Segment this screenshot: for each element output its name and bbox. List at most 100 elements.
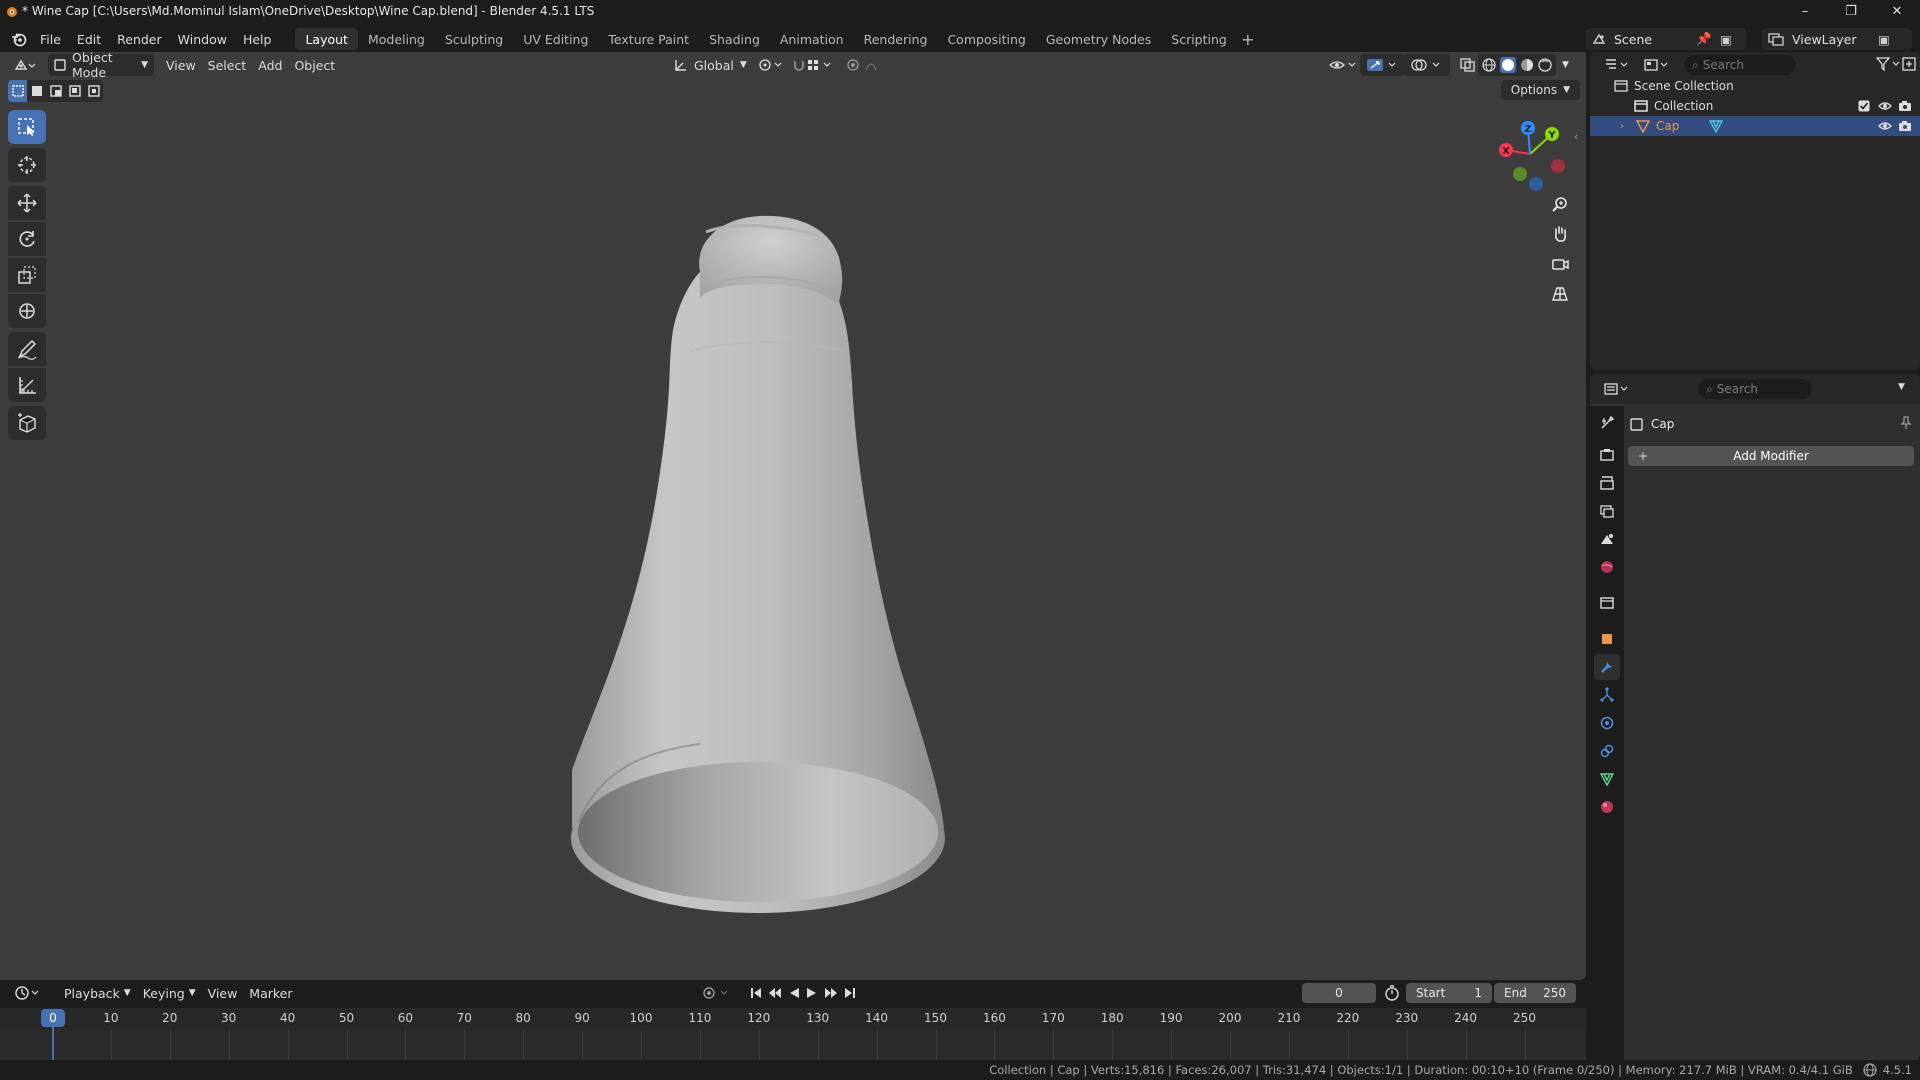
outliner-row-cap[interactable]: › Cap xyxy=(1590,116,1920,136)
pan-hand-icon[interactable] xyxy=(1546,220,1574,248)
pin-icon[interactable]: 📌 xyxy=(1696,31,1712,47)
gizmo-z-label: Z xyxy=(1524,124,1531,135)
tab-texture-paint[interactable]: Texture Paint xyxy=(598,28,699,50)
outliner-row-collection[interactable]: Collection xyxy=(1590,96,1920,116)
sidebar-toggle-icon[interactable]: ‹ xyxy=(1574,130,1578,143)
keying-label: Keying xyxy=(142,985,185,1001)
tab-animation[interactable]: Animation xyxy=(770,28,854,50)
playhead-frame-badge[interactable]: 0 xyxy=(41,1009,65,1027)
camera-view-icon[interactable] xyxy=(1546,250,1574,278)
use-preview-range-icon[interactable] xyxy=(1384,985,1400,1001)
object-data-properties-icon[interactable] xyxy=(1594,766,1620,792)
timeline-grid-line xyxy=(1406,1030,1408,1060)
current-frame-field[interactable]: 0 xyxy=(1302,983,1376,1003)
menu-render[interactable]: Render xyxy=(109,27,170,51)
particles-properties-icon[interactable] xyxy=(1594,682,1620,708)
close-button[interactable]: ✕ xyxy=(1874,0,1920,22)
timeline-tracks[interactable] xyxy=(0,1030,1586,1060)
playback-menu[interactable]: Playback ▼ xyxy=(58,982,137,1004)
new-scene-icon[interactable]: ▣ xyxy=(1720,32,1732,47)
tab-uv-editing[interactable]: UV Editing xyxy=(513,28,598,50)
3d-viewport[interactable]: Object Mode ▼ View Select Add Object Glo… xyxy=(0,52,1586,980)
eye-icon[interactable] xyxy=(1878,100,1892,112)
zoom-icon[interactable] xyxy=(1546,190,1574,218)
material-properties-icon[interactable] xyxy=(1594,794,1620,820)
outliner-search-input[interactable]: ⌕ Search xyxy=(1684,55,1796,75)
ruler-tick-label: 80 xyxy=(515,1011,531,1025)
end-frame-field[interactable]: End 250 xyxy=(1494,983,1576,1003)
add-modifier-button[interactable]: + Add Modifier xyxy=(1628,446,1914,466)
world-properties-icon[interactable] xyxy=(1594,554,1620,580)
menu-edit[interactable]: Edit xyxy=(69,27,109,51)
pin-icon[interactable] xyxy=(1900,416,1912,430)
tab-geometry-nodes[interactable]: Geometry Nodes xyxy=(1036,28,1161,50)
play-reverse-icon[interactable] xyxy=(788,987,800,999)
new-view-layer-icon[interactable]: ▣ xyxy=(1878,32,1890,47)
timeline-grid-line xyxy=(405,1030,407,1060)
new-collection-icon[interactable] xyxy=(1902,57,1916,71)
add-workspace-button[interactable]: + xyxy=(1237,28,1259,50)
end-frame-label: End xyxy=(1504,986,1527,1000)
tab-layout[interactable]: Layout xyxy=(295,28,358,50)
filter-icon[interactable] xyxy=(1876,57,1902,71)
tab-shading[interactable]: Shading xyxy=(699,28,770,50)
timeline-editor: Playback ▼ Keying ▼ View Marker 0 Start xyxy=(0,980,1586,1060)
tab-compositing[interactable]: Compositing xyxy=(937,28,1035,50)
render-properties-icon[interactable] xyxy=(1594,442,1620,468)
navigation-gizmo[interactable]: X Y Z xyxy=(1490,114,1570,194)
camera-icon[interactable] xyxy=(1898,120,1912,132)
timeline-view-menu[interactable]: View xyxy=(202,982,244,1004)
tab-sculpting[interactable]: Sculpting xyxy=(435,28,513,50)
menu-help[interactable]: Help xyxy=(235,27,280,51)
playhead-frame-value: 0 xyxy=(49,1011,57,1025)
view-layer-selector[interactable]: ViewLayer ▣ xyxy=(1762,28,1912,50)
outliner-row-scene-collection[interactable]: Scene Collection xyxy=(1590,76,1920,96)
start-frame-field[interactable]: Start 1 xyxy=(1406,983,1492,1003)
tool-properties-icon[interactable] xyxy=(1594,410,1620,436)
output-properties-icon[interactable] xyxy=(1594,470,1620,496)
constraints-properties-icon[interactable] xyxy=(1594,738,1620,764)
physics-properties-icon[interactable] xyxy=(1594,710,1620,736)
menu-file[interactable]: File xyxy=(32,27,69,51)
prev-keyframe-icon[interactable] xyxy=(768,987,782,999)
camera-icon[interactable] xyxy=(1898,100,1912,112)
perspective-toggle-icon[interactable] xyxy=(1546,280,1574,308)
jump-start-icon[interactable] xyxy=(750,987,762,999)
blender-menu-icon[interactable] xyxy=(6,26,32,52)
timeline-ruler[interactable]: 10 20 30 40 50 60 70 80 90 100 110 120 130 140 150 160 1… xyxy=(0,1008,1586,1030)
auto-keying-icon[interactable] xyxy=(696,982,738,1004)
search-icon: ⌕ xyxy=(1706,381,1713,396)
jump-end-icon[interactable] xyxy=(844,987,856,999)
checkbox-icon[interactable] xyxy=(1858,100,1870,112)
display-mode-button[interactable] xyxy=(1638,54,1678,76)
scene-properties-icon[interactable] xyxy=(1594,526,1620,552)
chevron-down-icon[interactable]: ▼ xyxy=(1898,382,1905,392)
timeline-grid-line xyxy=(1288,1030,1290,1060)
tab-scripting[interactable]: Scripting xyxy=(1161,28,1237,50)
marker-menu[interactable]: Marker xyxy=(243,982,298,1004)
next-keyframe-icon[interactable] xyxy=(824,987,838,999)
object-properties-icon[interactable] xyxy=(1594,626,1620,652)
start-frame-label: Start xyxy=(1416,986,1446,1000)
maximize-button[interactable]: ❐ xyxy=(1828,0,1874,22)
timeline-grid-line xyxy=(346,1030,348,1060)
scene-selector[interactable]: Scene 📌 ▣ xyxy=(1586,28,1746,50)
modifier-properties-icon[interactable] xyxy=(1594,654,1620,680)
properties-search-input[interactable]: ⌕ Search xyxy=(1698,379,1812,399)
timeline-editor-type-button[interactable] xyxy=(8,982,48,1004)
status-bar: Collection | Cap | Verts:15,816 | Faces:… xyxy=(0,1060,1920,1080)
mesh-data-icon[interactable] xyxy=(1709,119,1724,133)
tab-rendering[interactable]: Rendering xyxy=(854,28,938,50)
keying-menu[interactable]: Keying ▼ xyxy=(137,982,202,1004)
properties-editor-type-button[interactable] xyxy=(1598,378,1638,400)
eye-icon[interactable] xyxy=(1878,120,1892,132)
expand-arrow-icon[interactable]: › xyxy=(1620,121,1624,132)
view-layer-properties-icon[interactable] xyxy=(1594,498,1620,524)
minimize-button[interactable]: – xyxy=(1782,0,1828,22)
tab-modeling[interactable]: Modeling xyxy=(358,28,435,50)
outliner-editor-type-button[interactable] xyxy=(1598,54,1638,76)
menu-window[interactable]: Window xyxy=(170,27,235,51)
wine-cap-mesh[interactable] xyxy=(0,52,1586,980)
play-icon[interactable] xyxy=(806,987,818,999)
collection-properties-icon[interactable] xyxy=(1594,590,1620,616)
